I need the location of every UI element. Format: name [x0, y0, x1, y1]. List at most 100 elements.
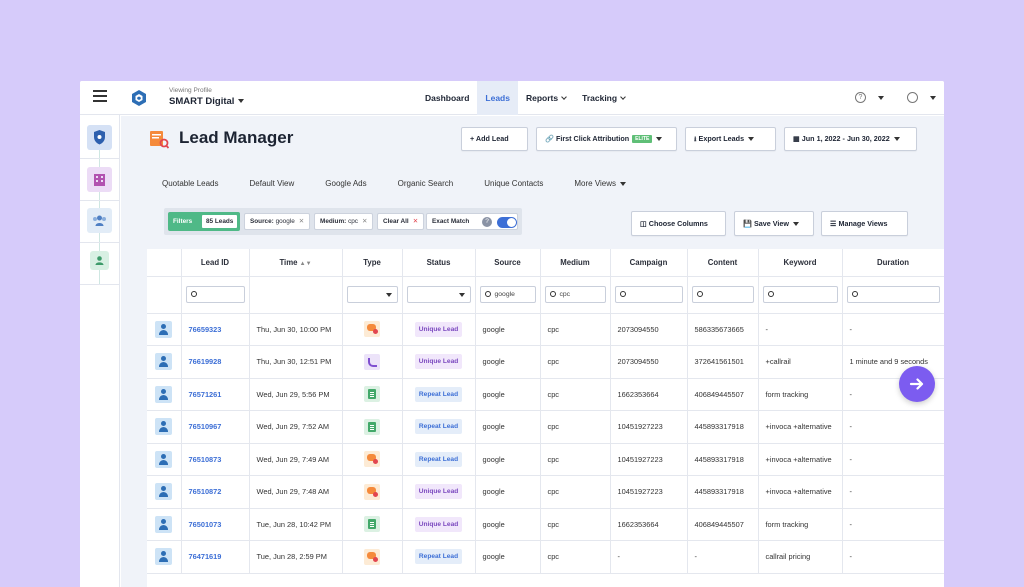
medium-cell: cpc [540, 313, 611, 346]
lead-id-link[interactable]: 76510967 [189, 422, 222, 431]
nav-reports[interactable]: Reports [518, 81, 574, 115]
lead-id-link[interactable]: 76659323 [189, 325, 222, 334]
column-header[interactable]: Type [342, 249, 403, 277]
lead-count-badge: 85 Leads [202, 215, 238, 228]
contact-avatar-icon[interactable] [155, 450, 173, 468]
contact-avatar-icon[interactable] [155, 385, 173, 403]
medium-filter-input[interactable]: cpc [544, 286, 606, 303]
contact-avatar-icon[interactable] [155, 353, 173, 371]
exact-match-toggle[interactable] [497, 217, 517, 228]
table-row[interactable]: 76471619 Tue, Jun 28, 2:59 PM Repeat Lead g… [147, 540, 944, 574]
nav-dashboard[interactable]: Dashboard [417, 81, 477, 115]
campaign-filter-input[interactable] [614, 286, 683, 303]
source-cell: google [475, 475, 541, 509]
help-icon[interactable]: ? [855, 92, 866, 103]
view-tab[interactable]: Quotable Leads [162, 179, 219, 188]
column-header[interactable]: Status [402, 249, 476, 277]
source-filter-input[interactable]: google [479, 286, 536, 303]
building-icon[interactable] [87, 167, 112, 192]
column-header-time[interactable]: Time ▲▼ [249, 249, 343, 277]
shield-icon[interactable] [87, 125, 112, 150]
filter-cell [758, 276, 843, 314]
sort-icon[interactable]: ▲▼ [300, 261, 312, 267]
lead-id-link[interactable]: 76619928 [189, 357, 222, 366]
table-row[interactable]: 76571261 Wed, Jun 29, 5:56 PM Repeat Lead g… [147, 378, 944, 411]
lead-id-link[interactable]: 76510873 [189, 455, 222, 464]
export-leads-dropdown[interactable]: ⭳ Export Leads [685, 127, 776, 151]
column-header[interactable]: Medium [540, 249, 611, 277]
add-lead-button[interactable]: + Add Lead [461, 127, 528, 151]
status-filter-select[interactable] [406, 286, 471, 303]
column-header[interactable]: Source [475, 249, 541, 277]
table-row[interactable]: 76510872 Wed, Jun 29, 7:48 AM Unique Lead g… [147, 475, 944, 509]
content-cell: 372641561501 [687, 345, 759, 379]
profile-selector[interactable]: SMART Digital [169, 96, 245, 107]
contact-icon[interactable] [90, 251, 109, 270]
status-badge: Repeat Lead [414, 451, 463, 467]
date-range-picker[interactable]: ▦ Jun 1, 2022 - Jun 30, 2022 [784, 127, 917, 151]
chevron-down-icon [620, 94, 626, 100]
table-row[interactable]: 76619928 Thu, Jun 30, 12:51 PM Unique Lead… [147, 345, 944, 379]
lead-id-link[interactable]: 76571261 [189, 390, 222, 399]
content-cell: 586335673665 [687, 313, 759, 346]
view-tab[interactable]: Organic Search [398, 179, 454, 188]
duration-cell: - [842, 443, 944, 476]
clear-all-button[interactable]: Clear All ✕ [377, 213, 425, 230]
medium-filter-chip[interactable]: Medium: cpc ✕ [314, 213, 374, 230]
nav-tracking[interactable]: Tracking [574, 81, 633, 115]
column-header[interactable]: Lead ID [181, 249, 250, 277]
user-account-icon[interactable] [907, 92, 918, 103]
contact-avatar-icon[interactable] [155, 320, 173, 338]
status-cell: Repeat Lead [402, 540, 476, 574]
contact-avatar-icon[interactable] [155, 515, 173, 533]
clear-all-label: Clear All [383, 218, 409, 225]
contact-avatar-icon[interactable] [155, 418, 173, 436]
chat-type-icon [364, 548, 380, 565]
duration-filter-input[interactable] [846, 286, 940, 303]
column-header[interactable]: Content [687, 249, 759, 277]
column-header[interactable]: Keyword [758, 249, 843, 277]
contact-avatar-icon[interactable] [155, 548, 173, 566]
save-view-dropdown[interactable]: 💾 Save View [734, 211, 814, 236]
view-tab[interactable]: Google Ads [325, 179, 366, 188]
table-row[interactable]: 76510967 Wed, Jun 29, 7:52 AM Repeat Lead g… [147, 410, 944, 444]
choose-columns-button[interactable]: ◫ Choose Columns [631, 211, 726, 236]
caret-down-icon[interactable] [930, 96, 936, 100]
more-views-tab[interactable]: More Views [574, 179, 627, 188]
medium-cell: cpc [540, 540, 611, 574]
filters-toggle[interactable]: Filters 85 Leads [168, 212, 240, 231]
source-filter-chip[interactable]: Source: google ✕ [244, 213, 311, 230]
lead-id-link[interactable]: 76501073 [189, 520, 222, 529]
content-filter-input[interactable] [691, 286, 754, 303]
column-header[interactable]: Campaign [610, 249, 688, 277]
help-icon[interactable]: ? [482, 217, 492, 227]
team-icon[interactable] [87, 208, 112, 233]
hamburger-menu-icon[interactable] [93, 90, 107, 104]
contact-avatar-icon[interactable] [155, 483, 173, 501]
manage-views-button[interactable]: ☰ Manage Views [821, 211, 908, 236]
export-label: Export Leads [698, 134, 745, 143]
calendar-icon: ▦ [793, 134, 800, 143]
keyword-filter-input[interactable] [762, 286, 838, 303]
table-row[interactable]: 76659323 Thu, Jun 30, 10:00 PM Unique Lead… [147, 313, 944, 346]
avatar-cell [147, 345, 182, 379]
close-icon[interactable]: ✕ [362, 218, 367, 225]
table-row[interactable]: 76501073 Tue, Jun 28, 10:42 PM Unique Lead… [147, 508, 944, 541]
table-row[interactable]: 76510873 Wed, Jun 29, 7:49 AM Repeat Lead g… [147, 443, 944, 476]
lead-id-filter-input[interactable] [185, 286, 245, 303]
lead-id-link[interactable]: 76471619 [189, 552, 222, 561]
close-icon[interactable]: ✕ [299, 218, 304, 225]
next-arrow-button[interactable] [899, 366, 935, 402]
caret-down-icon[interactable] [878, 96, 884, 100]
type-filter-select[interactable] [346, 286, 398, 303]
view-tab[interactable]: Unique Contacts [484, 179, 543, 188]
nav-leads[interactable]: Leads [477, 81, 518, 115]
duration-cell: - [842, 508, 944, 541]
view-tab[interactable]: Default View [250, 179, 295, 188]
lead-id-link[interactable]: 76510872 [189, 487, 222, 496]
leads-table-container: Lead ID Time ▲▼ Type Status Source Mediu… [147, 249, 944, 587]
attribution-dropdown[interactable]: 🔗 First Click Attribution ELITE [536, 127, 677, 151]
type-cell [342, 345, 403, 379]
column-header[interactable]: Duration [842, 249, 944, 277]
status-cell: Unique Lead [402, 508, 476, 541]
